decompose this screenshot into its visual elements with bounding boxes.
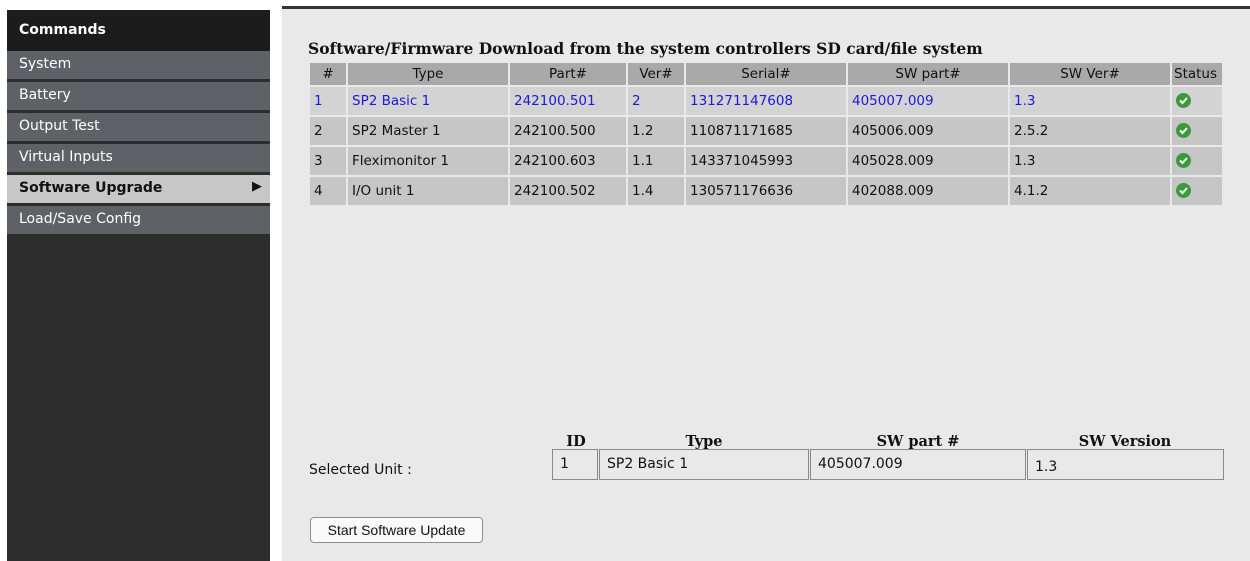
selected-sw-part-header: SW part # xyxy=(876,433,960,450)
cell-sw-ver: 4.1.2 xyxy=(1010,177,1170,205)
sidebar-item-label: Output Test xyxy=(19,118,100,134)
column-header-ver: Ver# xyxy=(628,63,684,85)
sidebar-item-software-upgrade[interactable]: Software Upgrade ▶ xyxy=(7,175,270,203)
table-row[interactable]: 4 I/O unit 1 242100.502 1.4 130571176636… xyxy=(310,177,1222,205)
selected-type-field: SP2 Basic 1 xyxy=(599,449,809,480)
check-circle-icon xyxy=(1176,182,1191,198)
selected-sw-part-field: 405007.009 xyxy=(810,449,1026,480)
column-header-sw-ver: SW Ver# xyxy=(1010,63,1170,85)
check-circle-icon xyxy=(1176,122,1191,138)
cell-num: 1 xyxy=(310,87,346,115)
sidebar: Commands System Battery Output Test Virt… xyxy=(7,10,270,561)
units-table: # Type Part# Ver# Serial# SW part# SW Ve… xyxy=(308,61,1224,207)
check-circle-icon xyxy=(1176,92,1191,108)
cell-serial: 131271147608 xyxy=(686,87,846,115)
cell-status xyxy=(1172,117,1222,145)
sidebar-item-system[interactable]: System xyxy=(7,51,270,79)
column-header-part: Part# xyxy=(510,63,626,85)
cell-ver: 1.2 xyxy=(628,117,684,145)
sidebar-item-virtual-inputs[interactable]: Virtual Inputs xyxy=(7,144,270,172)
cell-type: SP2 Basic 1 xyxy=(348,87,508,115)
cell-type: Fleximonitor 1 xyxy=(348,147,508,175)
main-panel: Software/Firmware Download from the syst… xyxy=(282,6,1250,561)
sidebar-item-label: System xyxy=(19,56,72,72)
sidebar-item-battery[interactable]: Battery xyxy=(7,82,270,110)
table-row[interactable]: 2 SP2 Master 1 242100.500 1.2 1108711716… xyxy=(310,117,1222,145)
cell-sw-ver: 2.5.2 xyxy=(1010,117,1170,145)
cell-sw-part: 405028.009 xyxy=(848,147,1008,175)
active-arrow-icon: ▶ xyxy=(252,179,262,194)
selected-type-header: Type xyxy=(685,433,723,450)
table-header-row: # Type Part# Ver# Serial# SW part# SW Ve… xyxy=(310,63,1222,85)
sidebar-item-label: Load/Save Config xyxy=(19,211,142,227)
cell-part: 242100.501 xyxy=(510,87,626,115)
cell-status xyxy=(1172,147,1222,175)
cell-status xyxy=(1172,177,1222,205)
cell-num: 3 xyxy=(310,147,346,175)
sidebar-item-label: Battery xyxy=(19,87,71,103)
cell-serial: 110871171685 xyxy=(686,117,846,145)
column-header-type: Type xyxy=(348,63,508,85)
sidebar-item-load-save-config[interactable]: Load/Save Config xyxy=(7,206,270,234)
page-title: Software/Firmware Download from the syst… xyxy=(308,39,983,58)
cell-serial: 130571176636 xyxy=(686,177,846,205)
cell-type: I/O unit 1 xyxy=(348,177,508,205)
cell-part: 242100.500 xyxy=(510,117,626,145)
sidebar-item-label: Virtual Inputs xyxy=(19,149,113,165)
cell-num: 2 xyxy=(310,117,346,145)
sidebar-item-output-test[interactable]: Output Test xyxy=(7,113,270,141)
cell-sw-part: 402088.009 xyxy=(848,177,1008,205)
selected-id-field: 1 xyxy=(552,449,598,480)
column-header-num: # xyxy=(310,63,346,85)
cell-serial: 143371045993 xyxy=(686,147,846,175)
cell-part: 242100.603 xyxy=(510,147,626,175)
sidebar-item-label: Software Upgrade xyxy=(19,180,163,196)
cell-sw-ver: 1.3 xyxy=(1010,147,1170,175)
selected-sw-version-header: SW Version xyxy=(1078,433,1172,450)
cell-ver: 1.4 xyxy=(628,177,684,205)
start-software-update-button[interactable]: Start Software Update xyxy=(310,517,483,543)
selected-sw-version-field: 1.3 xyxy=(1027,449,1224,480)
column-header-sw-part: SW part# xyxy=(848,63,1008,85)
cell-ver: 2 xyxy=(628,87,684,115)
table-row[interactable]: 3 Fleximonitor 1 242100.603 1.1 14337104… xyxy=(310,147,1222,175)
cell-sw-ver: 1.3 xyxy=(1010,87,1170,115)
selected-id-header: ID xyxy=(566,433,586,450)
check-circle-icon xyxy=(1176,152,1191,168)
sidebar-header: Commands xyxy=(7,10,270,51)
cell-sw-part: 405007.009 xyxy=(848,87,1008,115)
cell-sw-part: 405006.009 xyxy=(848,117,1008,145)
cell-part: 242100.502 xyxy=(510,177,626,205)
selected-unit-label: Selected Unit : xyxy=(309,462,412,478)
cell-ver: 1.1 xyxy=(628,147,684,175)
cell-type: SP2 Master 1 xyxy=(348,117,508,145)
column-header-status: Status xyxy=(1172,63,1222,85)
table-row[interactable]: 1 SP2 Basic 1 242100.501 2 131271147608 … xyxy=(310,87,1222,115)
cell-status xyxy=(1172,87,1222,115)
cell-num: 4 xyxy=(310,177,346,205)
column-header-serial: Serial# xyxy=(686,63,846,85)
